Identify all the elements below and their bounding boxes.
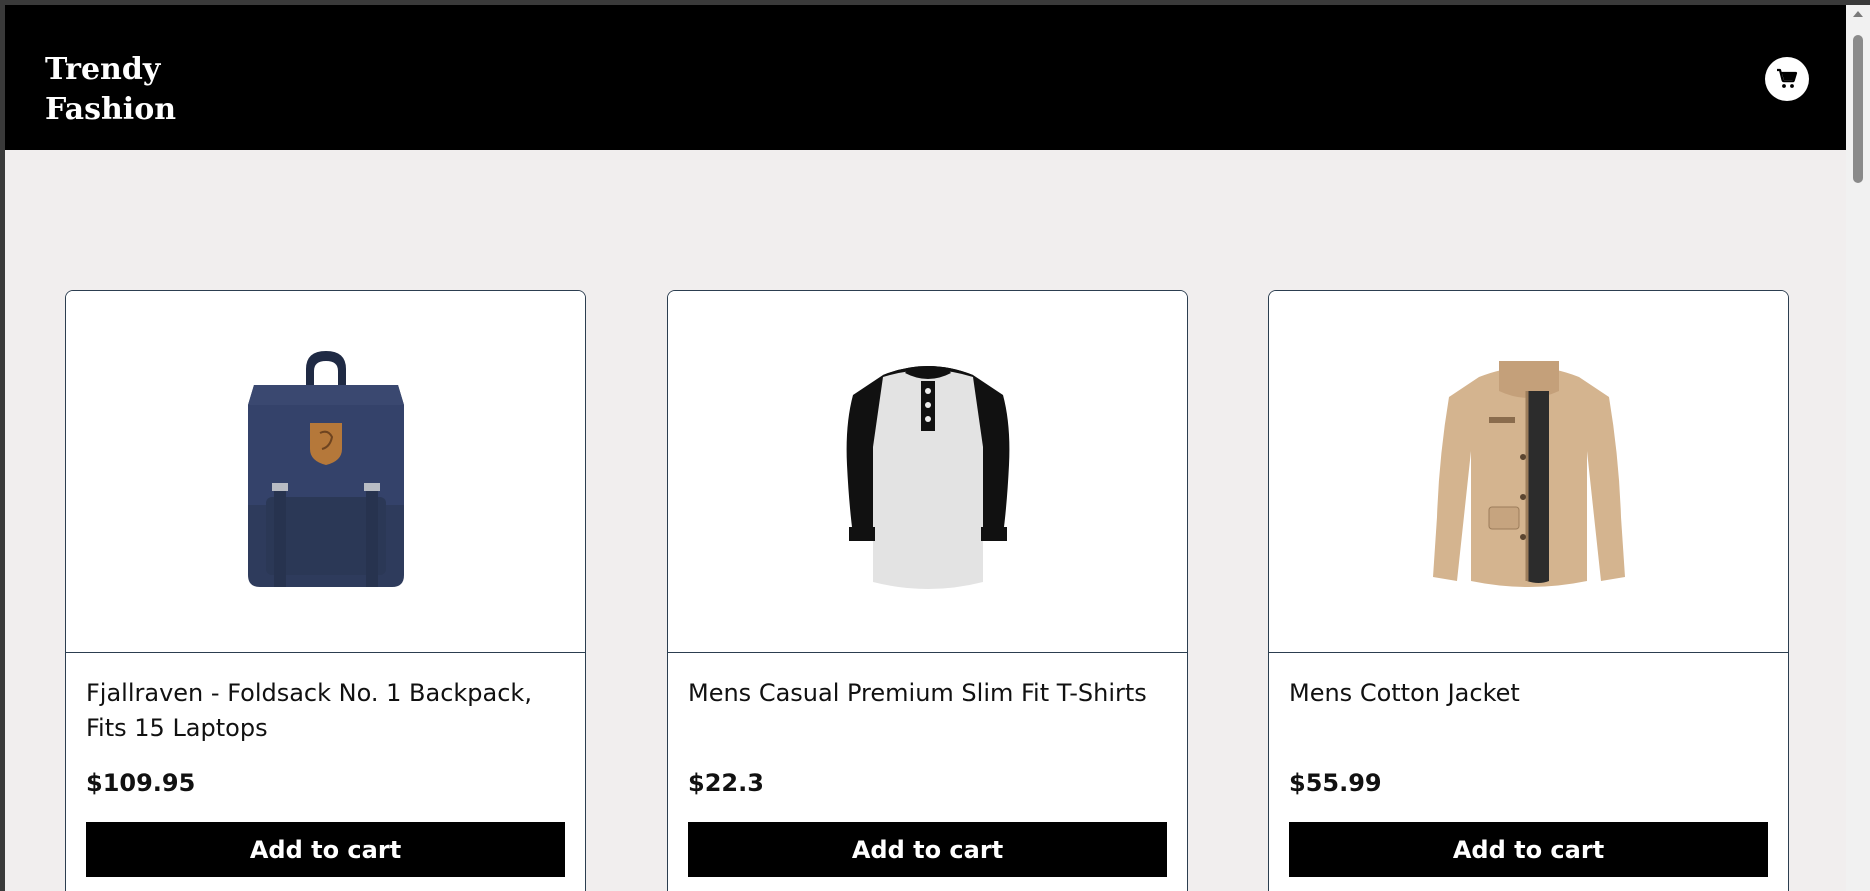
product-card: Mens Cotton Jacket $55.99 Add to cart xyxy=(1268,290,1789,891)
site-header: Trendy Fashion xyxy=(5,5,1846,150)
product-image[interactable] xyxy=(668,291,1187,653)
product-price: $109.95 xyxy=(86,769,196,797)
brand-logo[interactable]: Trendy Fashion xyxy=(45,50,215,130)
product-image[interactable] xyxy=(1269,291,1788,653)
app-window: Trendy Fashion Fjallraven - Foldsack No.… xyxy=(5,5,1846,891)
scrollbar-thumb[interactable] xyxy=(1853,35,1863,183)
brand-line-1: Trendy xyxy=(45,52,161,87)
product-card: Mens Casual Premium Slim Fit T-Shirts $2… xyxy=(667,290,1188,891)
tshirt-image xyxy=(846,365,1009,589)
product-title: Mens Casual Premium Slim Fit T-Shirts xyxy=(688,679,1147,707)
product-card: Fjallraven - Foldsack No. 1 Backpack, Fi… xyxy=(65,290,586,891)
product-price: $22.3 xyxy=(688,769,764,797)
scroll-up-arrow-icon[interactable] xyxy=(1853,11,1863,17)
cart-button[interactable] xyxy=(1765,57,1809,101)
add-to-cart-button[interactable]: Add to cart xyxy=(86,822,565,877)
backpack-image xyxy=(247,350,404,587)
brand-line-2: Fashion xyxy=(45,92,177,127)
shopping-cart-icon xyxy=(1777,68,1798,88)
add-to-cart-button[interactable]: Add to cart xyxy=(1289,822,1768,877)
vertical-scrollbar[interactable] xyxy=(1846,5,1870,891)
jacket-image xyxy=(1432,360,1625,587)
product-image[interactable] xyxy=(66,291,585,653)
product-title: Mens Cotton Jacket xyxy=(1289,679,1520,707)
add-to-cart-button[interactable]: Add to cart xyxy=(688,822,1167,877)
product-grid: Fjallraven - Foldsack No. 1 Backpack, Fi… xyxy=(65,290,1790,891)
product-title: Fjallraven - Foldsack No. 1 Backpack, Fi… xyxy=(86,679,532,742)
product-price: $55.99 xyxy=(1289,769,1382,797)
